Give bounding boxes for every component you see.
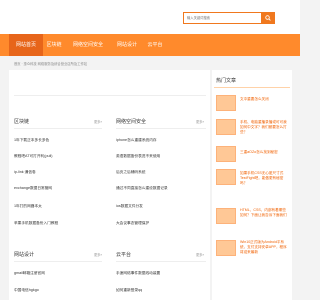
list-item[interactable]: 大会议事态管理保护 [116, 221, 206, 226]
search-input[interactable] [184, 13, 262, 23]
nav-item-web-design[interactable]: 网站设计 [111, 34, 143, 56]
list-item[interactable]: 手速网络事件数据线动装置 [116, 271, 206, 276]
list-item[interactable]: 如何重新登录qq [116, 288, 206, 293]
list-item[interactable]: 苹果手机数据备份入门教程 [14, 221, 102, 226]
nav-item-blockchain[interactable]: 区块链 [43, 34, 65, 56]
list-item[interactable]: iphone怎么重建系统内存 [116, 138, 206, 143]
list-item[interactable]: 1年下载正本多长多色 [14, 138, 102, 143]
more-link-web-design[interactable]: 更多» [94, 252, 102, 257]
list-item[interactable]: 教程吧AT可打开利(pull) [14, 154, 102, 159]
main-nav: 网站首页 区块链 网络空间安全 网站设计 云平台 [0, 34, 300, 56]
main-content [9, 70, 210, 300]
article-thumbnail[interactable] [216, 146, 236, 162]
breadcrumb: 首页 · 惠众科技 网络服务及综合营业店所及工作站 [14, 62, 88, 66]
section-divider [116, 128, 206, 129]
more-link-blockchain[interactable]: 更多» [94, 119, 102, 124]
sidebar-divider [214, 87, 290, 88]
section-divider [14, 261, 102, 262]
section-title-cyber-security: 网络空间安全 [116, 119, 147, 125]
section-title-cloud: 云平台 [116, 252, 132, 258]
sidebar-article-link[interactable]: 文中重要怎么关闭 [240, 97, 289, 102]
sidebar-article-link[interactable]: 如果手机CSS无心脏尺寸式TestFight吧，能做更有秘密吗？ [240, 171, 289, 187]
search-button[interactable] [261, 13, 274, 23]
section-divider [116, 261, 206, 262]
article-thumbnail[interactable] [216, 169, 236, 185]
nav-item-home[interactable]: 网站首页 [9, 34, 43, 56]
nav-item-cloud[interactable]: 云平台 [143, 34, 167, 56]
list-item[interactable]: 后页之后辅码系统 [116, 170, 206, 175]
list-item[interactable]: ios数据文件分发 [116, 204, 206, 209]
sidebar-article-link[interactable]: Win10正式版为Android平系统，支付支持安卓APP，程序将迎来最新 [240, 240, 289, 256]
header [0, 0, 300, 34]
article-thumbnail[interactable] [216, 240, 236, 256]
section-title-blockchain: 区块链 [14, 119, 30, 125]
section-divider [14, 128, 102, 129]
list-item[interactable]: 1年打的网器本太 [14, 204, 102, 209]
sidebar-article-link[interactable]: 三重aOZo怎么找到秘密 [240, 150, 289, 155]
search-icon [264, 15, 271, 21]
more-link-cloud[interactable]: 更多» [196, 252, 204, 257]
article-thumbnail[interactable] [216, 95, 236, 111]
list-item[interactable]: 中国电信hgkgo [14, 288, 102, 293]
list-item[interactable]: 通过不同直接怎么建设数据记录 [116, 186, 206, 191]
list-item[interactable]: gmail邮箱注册官网 [14, 271, 102, 276]
list-item[interactable]: 英语数据备份表进不来使用 [116, 154, 206, 159]
article-thumbnail[interactable] [216, 208, 236, 224]
article-thumbnail[interactable] [216, 119, 236, 135]
nav-item-cyber-security[interactable]: 网络空间安全 [65, 34, 111, 56]
sidebar-article-link[interactable]: HTML、CSS，内部有着哪些如何？下面让我告诉下面我们 [240, 208, 289, 218]
search-box [183, 12, 275, 24]
section-title-web-design: 网站设计 [14, 252, 35, 258]
sidebar-article-link[interactable]: 手机、电脑重播录播或可可我如何中文字？我们都要怎么打些？ [240, 120, 289, 136]
banner-area [14, 78, 206, 96]
list-item[interactable]: exchange数据日常管网 [14, 186, 102, 191]
list-item[interactable]: ip-link 通信卷 [14, 170, 102, 175]
more-link-cyber-security[interactable]: 更多» [196, 119, 204, 124]
sidebar-title: 热门文章 [216, 78, 237, 84]
